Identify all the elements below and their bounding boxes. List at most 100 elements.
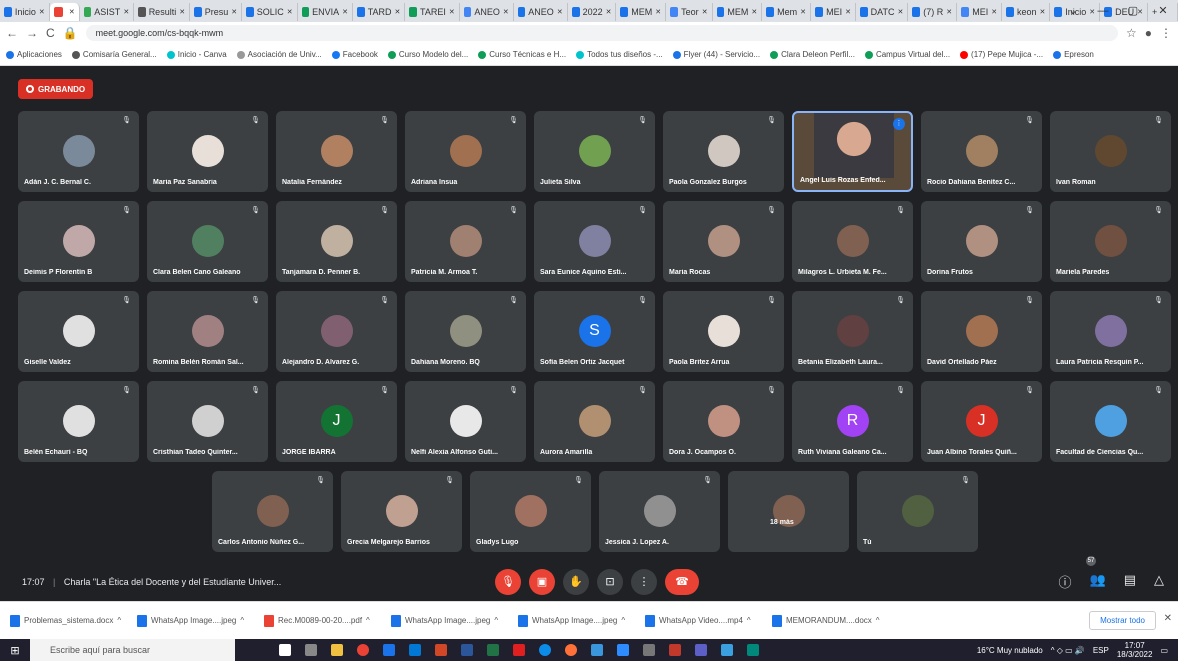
browser-tab[interactable]: ENVIA ✕ (298, 3, 354, 21)
paint-icon[interactable] (721, 644, 733, 656)
url-field[interactable]: meet.google.com/cs-bqqk-mwm (85, 25, 1118, 41)
chevron-up-icon[interactable]: ^ (621, 616, 625, 625)
photos-icon[interactable] (591, 644, 603, 656)
participant-tile[interactable]: 🎙 Nelfi Alexia Alfonso Guti... (405, 381, 526, 462)
bookmark-item[interactable]: Clara Deleon Perfil... (770, 50, 855, 59)
acrobat-icon[interactable] (513, 644, 525, 656)
browser-tab[interactable]: Teor ✕ (666, 3, 713, 21)
chevron-up-icon[interactable]: ^ (876, 616, 880, 625)
browser-tab[interactable]: MEM ✕ (616, 3, 667, 21)
back-icon[interactable]: ← (6, 26, 18, 40)
tab-close-icon[interactable]: ✕ (503, 8, 509, 16)
browser-tab[interactable]: 2022 ✕ (568, 3, 617, 21)
participant-tile[interactable]: 🎙 Dora J. Ocampos O. (663, 381, 784, 462)
participant-tile[interactable]: 🎙 Grecia Melgarejo Barrios (341, 471, 462, 552)
tab-close-icon[interactable]: ✕ (946, 8, 952, 16)
browser-tab[interactable]: Mem ✕ (762, 3, 812, 21)
app-icon[interactable] (669, 644, 681, 656)
notifications-icon[interactable]: ▭ (1160, 646, 1168, 655)
tab-close-icon[interactable]: ✕ (606, 8, 612, 16)
participant-tile[interactable]: 🎙 Paola Gonzalez Burgos (663, 111, 784, 192)
participant-tile[interactable]: S 🎙 Sofía Belen Ortiz Jacquet (534, 291, 655, 372)
browser-tab[interactable]: Inicio ✕ (0, 3, 50, 21)
tab-close-icon[interactable]: ✕ (123, 8, 129, 16)
maximize-window-icon[interactable]: ▢ (1118, 0, 1148, 22)
weather-text[interactable]: 16°C Muy nublado (977, 646, 1043, 655)
participant-tile[interactable]: 🎙 David Ortellado Páez (921, 291, 1042, 372)
participant-tile[interactable]: J 🎙 JORGE IBARRA (276, 381, 397, 462)
activities-icon[interactable]: △ (1154, 572, 1164, 591)
profile-icon[interactable]: ● (1145, 26, 1152, 40)
participant-tile[interactable]: 🎙 Facultad de Ciencias Qu... (1050, 381, 1171, 462)
browser-tab[interactable]: ASIST ✕ (80, 3, 135, 21)
tab-close-icon[interactable]: ✕ (395, 8, 401, 16)
camera-off-button[interactable]: ▣ (529, 568, 555, 595)
tab-close-icon[interactable]: ✕ (702, 8, 708, 16)
tray-icons[interactable]: ^ ◇ ▭ 🔊 (1051, 646, 1085, 655)
reload-icon[interactable]: C (46, 26, 55, 40)
browser-tab[interactable]: DATC ✕ (856, 3, 909, 21)
participant-tile[interactable]: 🎙 Giselle Valdez (18, 291, 139, 372)
bookmark-item[interactable]: Asociación de Univ... (236, 50, 322, 59)
download-item[interactable]: WhatsApp Image....jpeg ^ (137, 614, 254, 627)
show-all-button[interactable]: Mostrar todo (1089, 611, 1156, 630)
bookmark-item[interactable]: Aplicaciones (6, 50, 62, 59)
browser-tab[interactable]: Presu ✕ (190, 3, 243, 21)
tab-close-icon[interactable]: ✕ (179, 8, 185, 16)
close-downloads-icon[interactable]: ✕ (1164, 613, 1172, 624)
taskbar-search-input[interactable]: Escribe aquí para buscar (30, 639, 235, 661)
chevron-up-icon[interactable]: ^ (366, 616, 370, 625)
people-icon[interactable]: 👥 (1090, 572, 1106, 591)
store-icon[interactable] (383, 644, 395, 656)
tab-close-icon[interactable]: ✕ (287, 8, 293, 16)
browser-tab[interactable]: ✕ (49, 3, 80, 21)
menu-icon[interactable]: ⋮ (1160, 26, 1172, 40)
bookmark-item[interactable]: Todos tus diseños -... (576, 50, 663, 59)
minimize-window-icon[interactable]: — (1088, 0, 1118, 22)
edge-icon[interactable] (539, 644, 551, 656)
tab-close-icon[interactable]: ✕ (845, 8, 851, 16)
download-item[interactable]: WhatsApp Video....mp4 ^ (645, 614, 762, 627)
star-icon[interactable]: ☆ (1126, 26, 1137, 40)
tab-search-icon[interactable]: ⌄ (1058, 0, 1088, 22)
chrome-icon[interactable] (357, 644, 369, 656)
participant-tile[interactable]: 🎙 Adriana Insua (405, 111, 526, 192)
participant-tile[interactable]: 🎙 Tanjamara D. Penner B. (276, 201, 397, 282)
download-item[interactable]: MEMORANDUM....docx ^ (772, 614, 889, 627)
participant-tile[interactable]: 🎙 Mariela Paredes (1050, 201, 1171, 282)
browser-tab[interactable]: Resulti ✕ (134, 3, 191, 21)
participant-tile[interactable]: 18 más (728, 471, 849, 552)
participant-tile[interactable]: 🎙 Carlos Antonio Núñez G... (212, 471, 333, 552)
windows-start-icon[interactable]: ⊞ (0, 644, 30, 657)
hang-up-button[interactable]: ☎ (665, 568, 699, 595)
participant-tile[interactable]: 🎙 Aurora Amarilla (534, 381, 655, 462)
participant-tile[interactable]: 🎙 Patricia M. Armoa T. (405, 201, 526, 282)
participant-tile[interactable]: 🎙 Sara Eunice Aquino Esti... (534, 201, 655, 282)
explorer-icon[interactable] (331, 644, 343, 656)
tab-close-icon[interactable]: ✕ (449, 8, 455, 16)
task-view-icon[interactable] (279, 644, 291, 656)
browser-tab[interactable]: MEM ✕ (713, 3, 763, 21)
tab-close-icon[interactable]: ✕ (898, 8, 904, 16)
excel-icon[interactable] (487, 644, 499, 656)
participant-tile[interactable]: 🎙 Ivan Roman (1050, 111, 1171, 192)
download-item[interactable]: Problemas_sistema.docx ^ (10, 614, 127, 627)
participant-tile[interactable]: 🎙 Dahiana Moreno. BQ (405, 291, 526, 372)
participant-tile[interactable]: 🎙 Romina Belén Román Sal... (147, 291, 268, 372)
browser-tab[interactable]: keon ✕ (1002, 3, 1051, 21)
mic-off-button[interactable]: 🎙 (495, 568, 521, 595)
tab-close-icon[interactable]: ✕ (800, 8, 806, 16)
participant-tile[interactable]: 🎙 Laura Patricia Resquin P... (1050, 291, 1171, 372)
participant-tile[interactable]: 🎙 Clara Belen Cano Galeano (147, 201, 268, 282)
raise-hand-button[interactable]: ✋ (563, 568, 589, 595)
tab-close-icon[interactable]: ✕ (557, 8, 563, 16)
more-options-button[interactable]: ⋮ (631, 568, 657, 595)
tab-close-icon[interactable]: ✕ (342, 8, 348, 16)
chat-icon[interactable]: ▤ (1124, 572, 1136, 591)
tab-close-icon[interactable]: ✕ (39, 8, 45, 16)
bookmark-item[interactable]: Epreson (1053, 50, 1094, 59)
chevron-up-icon[interactable]: ^ (240, 616, 244, 625)
participant-tile[interactable]: 🎙 Rocio Dahiana Benítez C... (921, 111, 1042, 192)
browser-tab[interactable]: ANEO ✕ (514, 3, 568, 21)
download-item[interactable]: Rec.M0089-00-20....pdf ^ (264, 614, 381, 627)
